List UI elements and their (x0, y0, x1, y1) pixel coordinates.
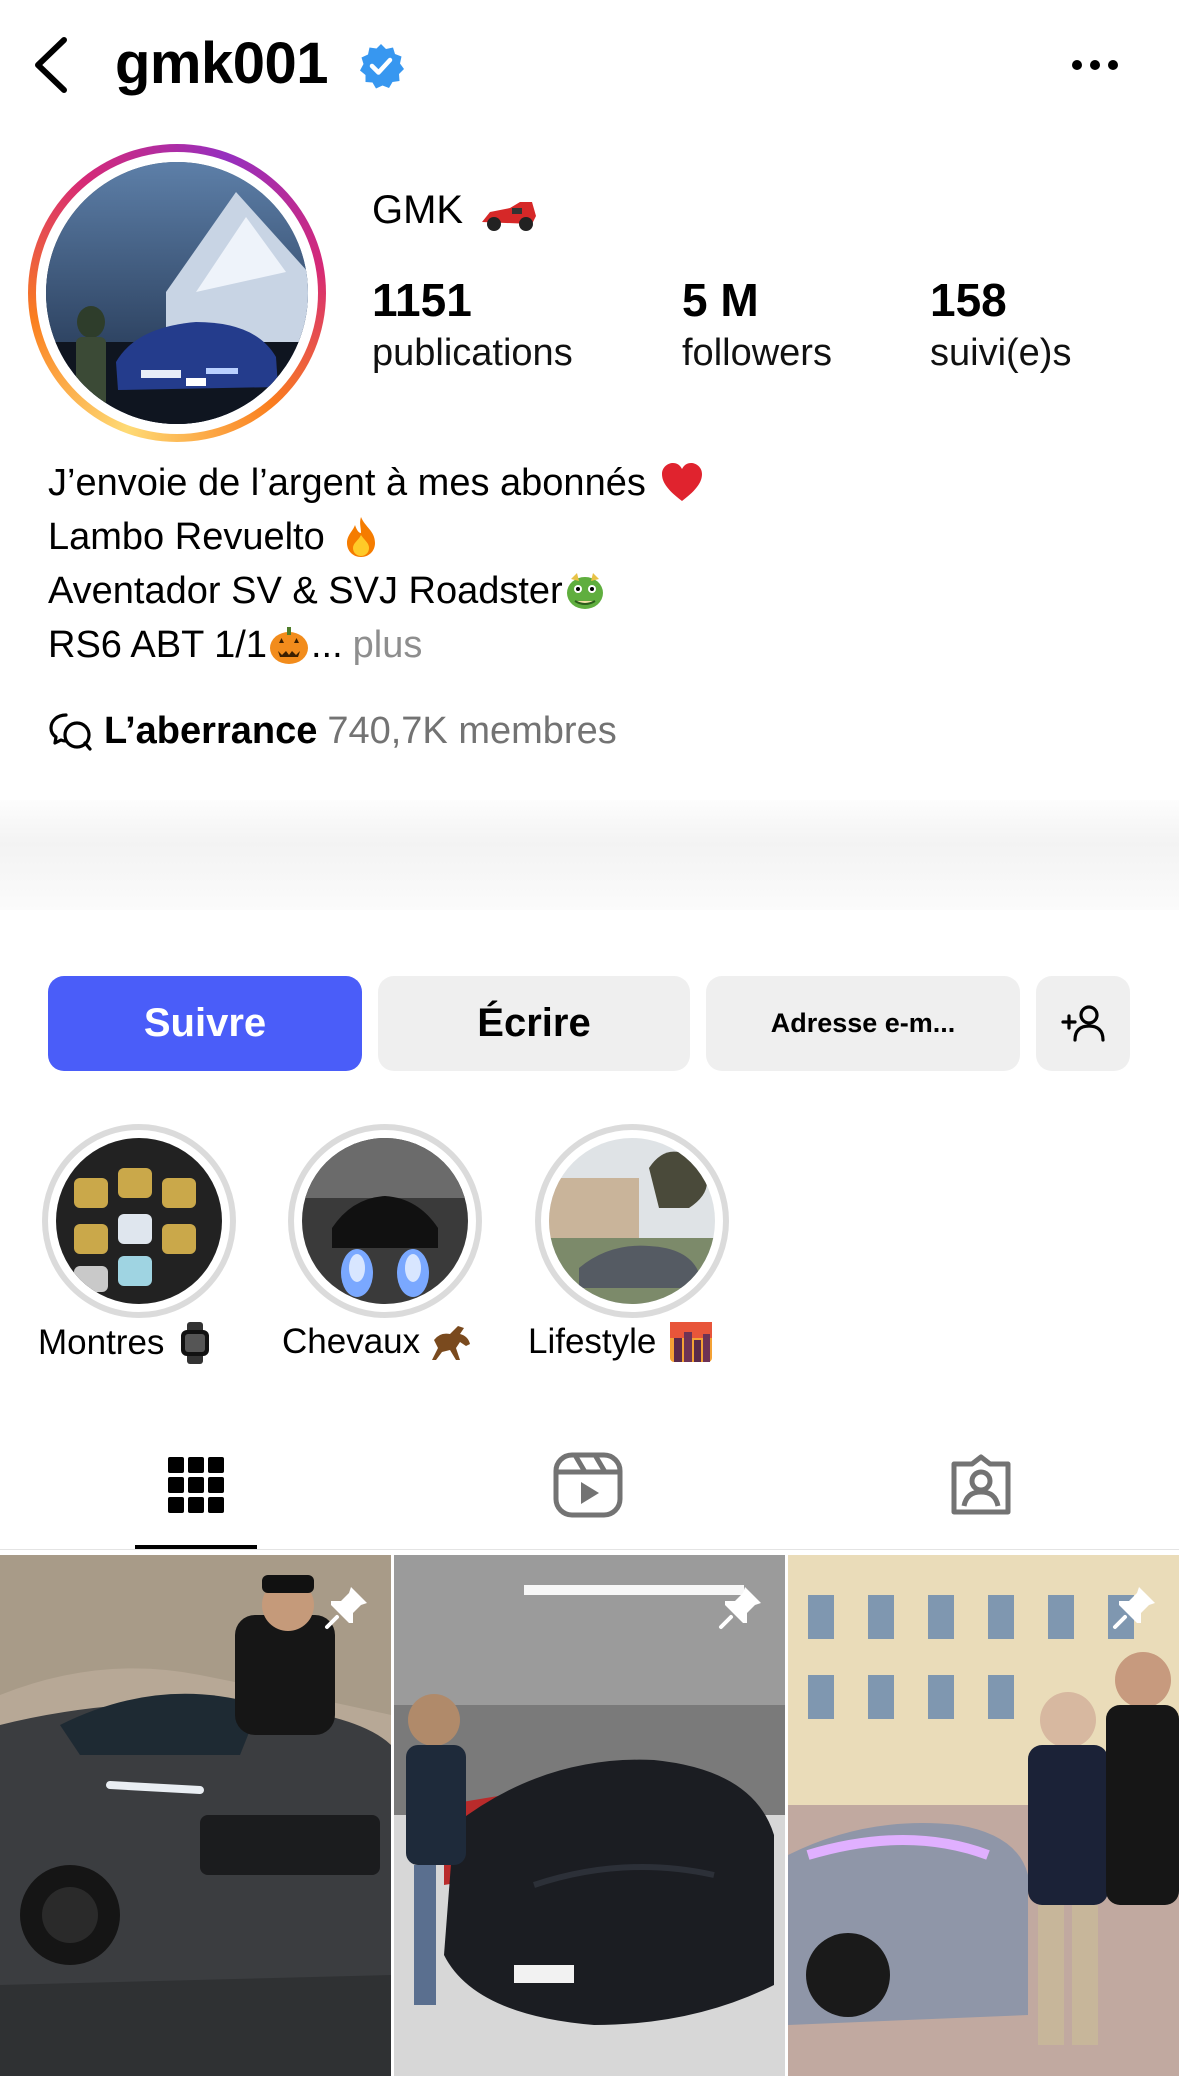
post-thumbnail[interactable] (394, 1555, 785, 2076)
city-sunset-emoji (670, 1322, 713, 1362)
profile-page: gmk001 GMK 1151 publications 5 M followe… (0, 0, 1179, 2076)
follow-button[interactable]: Suivre (48, 976, 362, 1071)
profile-avatar[interactable] (46, 162, 308, 424)
post-thumbnail[interactable] (788, 1555, 1179, 2076)
tab-reels[interactable] (548, 1445, 628, 1525)
profile-username: gmk001 (115, 31, 329, 96)
pin-icon (325, 1587, 367, 1629)
horse-emoji (432, 1326, 471, 1360)
story-ring[interactable] (28, 144, 326, 442)
red-heart-emoji (661, 463, 702, 501)
bio-line: J’envoie de l’argent à mes abonnés (48, 462, 646, 504)
highlight-label: Lifestyle (528, 1322, 713, 1362)
more-options-button[interactable] (1065, 40, 1125, 90)
profile-bio: J’envoie de l’argent à mes abonnés Lambo… (48, 456, 704, 672)
tab-divider (0, 1549, 1179, 1550)
racing-car-emoji (482, 202, 536, 231)
bio-line: Lambo Revuelto (48, 516, 325, 558)
tab-tagged[interactable] (941, 1445, 1021, 1525)
highlight-chevaux[interactable] (288, 1124, 482, 1318)
message-button[interactable]: Écrire (378, 976, 690, 1071)
stat-label: suivi(e)s (930, 332, 1072, 374)
add-user-icon (1061, 1004, 1105, 1042)
highlight-montres[interactable] (42, 1124, 236, 1318)
highlight-lifestyle[interactable] (535, 1124, 729, 1318)
stat-label: publications (372, 332, 573, 374)
watch-emoji (181, 1322, 210, 1364)
stat-value: 5 M (682, 274, 759, 326)
stat-followers[interactable]: 5 M followers (682, 272, 832, 378)
fire-emoji (346, 517, 375, 557)
stat-value: 1151 (372, 274, 472, 326)
stat-value: 158 (930, 274, 1007, 326)
stat-following[interactable]: 158 suivi(e)s (930, 272, 1071, 378)
post-thumbnail[interactable] (0, 1555, 391, 2076)
chat-bubbles-icon (49, 712, 92, 751)
email-button[interactable]: Adresse e-m... (706, 976, 1020, 1071)
jack-o-lantern-emoji (269, 627, 308, 664)
community-members: 740,7K membres (327, 710, 617, 752)
bio-line: Aventador SV & SVJ Roadster (48, 570, 563, 612)
blurred-area (0, 800, 1179, 910)
stat-label: followers (682, 332, 832, 374)
bio-line: RS6 ABT 1/1 (48, 624, 267, 666)
add-user-button[interactable] (1036, 976, 1130, 1071)
chevron-left-icon (35, 37, 67, 93)
stat-publications[interactable]: 1151 publications (372, 272, 573, 378)
tab-posts[interactable] (156, 1445, 236, 1525)
profile-header: gmk001 (0, 0, 1179, 135)
more-horizontal-icon (1072, 60, 1118, 70)
bio-ellipsis: ... (310, 624, 343, 666)
display-name: GMK (372, 188, 464, 232)
back-button[interactable] (22, 32, 78, 98)
bio-more-link[interactable]: plus (353, 618, 423, 672)
dragon-emoji (566, 573, 603, 609)
verified-badge-icon (360, 44, 404, 89)
pin-icon (1113, 1587, 1155, 1629)
reels-icon (553, 1452, 623, 1518)
grid-icon (168, 1457, 224, 1513)
highlight-label: Chevaux (282, 1322, 476, 1362)
highlight-label: Montres (38, 1322, 212, 1364)
pin-icon (719, 1587, 761, 1629)
tagged-icon (951, 1454, 1011, 1515)
community-name: L’aberrance (104, 710, 318, 752)
community-link[interactable]: L’aberrance 740,7K membres (48, 710, 617, 753)
